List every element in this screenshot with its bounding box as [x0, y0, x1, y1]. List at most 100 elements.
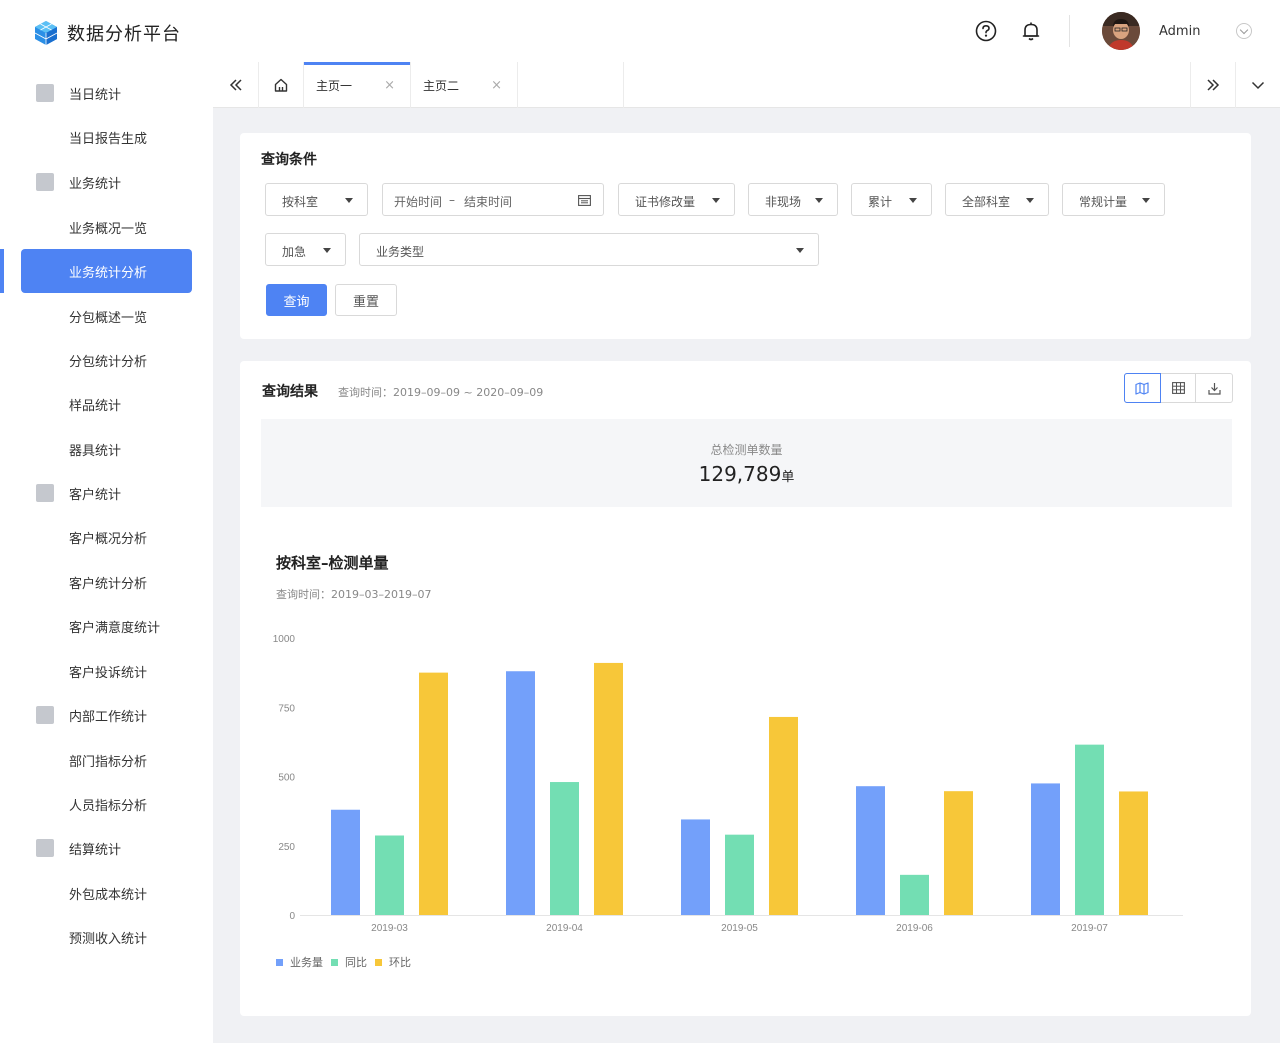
legend-swatch: [331, 958, 338, 966]
chevron-down-icon: [1251, 81, 1265, 90]
bar-2019-07-1[interactable]: [1075, 744, 1104, 915]
sidebar-item-label: 当日报告生成: [69, 131, 148, 147]
user-name[interactable]: Admin: [1159, 24, 1200, 39]
tab-close-icon[interactable]: ×: [384, 78, 395, 93]
filter-cumulative-select[interactable]: 累计: [851, 183, 932, 216]
bar-2019-05-1[interactable]: [725, 834, 754, 915]
sidebar-item[interactable]: 当日报告生成: [0, 115, 213, 159]
filter-all-departments-select[interactable]: 全部科室: [945, 183, 1049, 216]
legend-label: 同比: [345, 956, 367, 969]
filter-urgent-select[interactable]: 加急: [265, 233, 346, 266]
tab-bar: 主页一 × 主页二 ×: [213, 62, 1280, 108]
sidebar-item-label: 当日统计: [69, 87, 122, 103]
sidebar-item[interactable]: 器具统计: [0, 427, 213, 471]
x-tick-label: 2019-04: [546, 923, 583, 934]
bar-2019-04-1[interactable]: [550, 782, 579, 915]
active-indicator: [0, 249, 4, 293]
sidebar-item[interactable]: 外包成本统计: [0, 871, 213, 915]
bar-2019-05-2[interactable]: [769, 716, 798, 915]
filter-department-select[interactable]: 按科室: [265, 183, 368, 216]
help-icon[interactable]: [975, 20, 997, 42]
sidebar-item[interactable]: 客户统计分析: [0, 560, 213, 604]
sidebar-item-label: 人员指标分析: [69, 798, 148, 814]
bar-2019-04-0[interactable]: [506, 671, 535, 915]
query-title: 查询条件: [261, 152, 317, 168]
view-toggle-group: [1124, 373, 1233, 403]
x-tick-label: 2019-05: [721, 923, 758, 934]
select-value: 按科室: [282, 195, 319, 209]
search-button[interactable]: 查询: [266, 284, 327, 316]
x-tick-label: 2019-06: [896, 923, 933, 934]
table-view-button[interactable]: [1161, 374, 1197, 402]
sidebar-item-label: 客户统计分析: [69, 576, 148, 592]
tabs-menu-button[interactable]: [1236, 62, 1280, 108]
select-value: 证书修改量: [635, 195, 696, 209]
total-value: 129,789: [698, 462, 782, 486]
bar-2019-03-0[interactable]: [331, 809, 360, 915]
chart-view-button[interactable]: [1124, 373, 1161, 403]
bar-2019-07-2[interactable]: [1119, 791, 1148, 915]
y-tick-label: 1000: [273, 634, 296, 645]
legend-item[interactable]: 环比: [375, 954, 411, 970]
select-value: 业务类型: [376, 245, 425, 259]
home-tab-button[interactable]: [259, 62, 304, 108]
tab-label: 主页一: [316, 79, 353, 93]
sidebar-item[interactable]: 业务统计: [0, 160, 213, 204]
user-menu-chevron-icon[interactable]: [1236, 23, 1252, 39]
sidebar-item[interactable]: 业务概况一览: [0, 205, 213, 249]
sidebar-item[interactable]: 客户满意度统计: [0, 604, 213, 648]
bell-icon[interactable]: [1020, 20, 1042, 42]
tabs-collapse-left-button[interactable]: [213, 62, 259, 108]
tab-home-1[interactable]: 主页一 ×: [304, 62, 411, 108]
date-separator: –: [449, 193, 455, 207]
logo[interactable]: 数据分析平台: [33, 20, 181, 46]
bar-2019-03-2[interactable]: [419, 672, 448, 915]
sidebar-item[interactable]: 部门指标分析: [0, 738, 213, 782]
y-tick-label: 500: [278, 773, 295, 784]
filter-onsite-select[interactable]: 非现场: [748, 183, 838, 216]
bar-2019-04-2[interactable]: [594, 662, 623, 915]
avatar-image: [1102, 12, 1140, 50]
bar-2019-03-1[interactable]: [375, 835, 404, 915]
avatar[interactable]: [1102, 12, 1140, 50]
sidebar-item[interactable]: 样品统计: [0, 382, 213, 426]
date-range-picker[interactable]: 开始时间 – 结束时间: [382, 183, 604, 216]
bar-2019-07-0[interactable]: [1031, 783, 1060, 915]
sidebar-item-label: 预测收入统计: [69, 931, 148, 947]
filter-business-type-select[interactable]: 业务类型: [359, 233, 819, 266]
sidebar-item[interactable]: 当日统计: [0, 71, 213, 115]
chart-legend: 业务量 同比 环比: [276, 954, 419, 970]
tab-empty-slot: [518, 62, 624, 108]
bar-2019-06-1[interactable]: [900, 874, 929, 915]
sidebar: 当日统计当日报告生成业务统计 业务概况一览 业务统计分析 分包概述一览 分包统计分析 样品…: [0, 62, 213, 1043]
tabs-scroll-right-button[interactable]: [1190, 62, 1236, 108]
sidebar-item[interactable]: 人员指标分析: [0, 782, 213, 826]
sidebar-item[interactable]: 分包统计分析: [0, 338, 213, 382]
sidebar-item[interactable]: 客户投诉统计: [0, 649, 213, 693]
sidebar-item[interactable]: 内部工作统计: [0, 693, 213, 737]
sidebar-item[interactable]: 业务统计分析: [0, 249, 213, 293]
legend-item[interactable]: 业务量: [276, 954, 323, 970]
download-button[interactable]: [1196, 374, 1232, 402]
x-tick-label: 2019-03: [371, 923, 408, 934]
select-value: 累计: [868, 195, 893, 209]
yen-calendar-icon: [36, 839, 54, 857]
filter-certificate-select[interactable]: 证书修改量: [618, 183, 735, 216]
tab-close-icon[interactable]: ×: [491, 78, 502, 93]
y-tick-label: 0: [289, 911, 295, 922]
sidebar-item-label: 客户满意度统计: [69, 620, 161, 636]
legend-item[interactable]: 同比: [331, 954, 367, 970]
filter-metering-select[interactable]: 常规计量: [1062, 183, 1165, 216]
bar-2019-05-0[interactable]: [681, 819, 710, 915]
select-value: 加急: [282, 245, 307, 259]
reset-button[interactable]: 重置: [335, 284, 397, 316]
sidebar-item[interactable]: 分包概述一览: [0, 294, 213, 338]
sidebar-item[interactable]: 客户统计: [0, 471, 213, 515]
bar-2019-06-2[interactable]: [944, 791, 973, 915]
sidebar-item[interactable]: 预测收入统计: [0, 915, 213, 959]
tab-home-2[interactable]: 主页二 ×: [411, 62, 518, 108]
y-tick-label: 250: [278, 842, 295, 853]
bar-2019-06-0[interactable]: [856, 786, 885, 915]
sidebar-item[interactable]: 客户概况分析: [0, 515, 213, 559]
sidebar-item[interactable]: 结算统计: [0, 826, 213, 870]
